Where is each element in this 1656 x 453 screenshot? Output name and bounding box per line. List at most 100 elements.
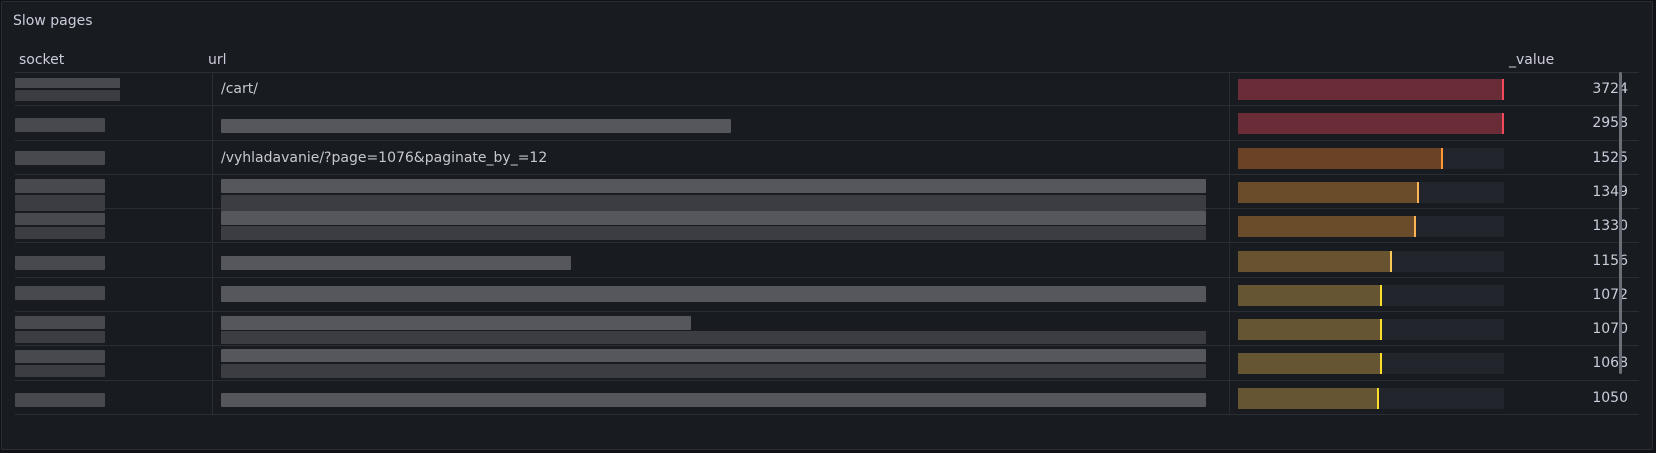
socket-cell <box>15 244 212 277</box>
redacted-url <box>221 392 1206 407</box>
panel-title[interactable]: Slow pages <box>13 13 93 29</box>
url-cell <box>212 209 1230 243</box>
gauge-bar-tip <box>1502 79 1504 100</box>
redacted-url <box>221 226 1206 241</box>
socket-cell <box>15 381 212 414</box>
column-header-socket[interactable]: socket <box>19 48 64 72</box>
table-row[interactable]: 1050 <box>15 380 1640 415</box>
table-row[interactable]: 1070 <box>15 312 1640 347</box>
socket-cell <box>15 106 212 139</box>
redacted-socket <box>15 365 105 378</box>
gauge-bar-fill <box>1238 181 1419 203</box>
value-cell: 1156 <box>1229 243 1640 277</box>
gauge-bar-tip <box>1377 387 1379 409</box>
value-text: 1050 <box>1592 389 1628 406</box>
gauge-bar-fill <box>1238 79 1504 100</box>
value-cell: 1072 <box>1229 277 1640 312</box>
redacted-url <box>221 119 731 134</box>
table-row[interactable]: /vyhladavanie/?page=1076&paginate_by_=12… <box>15 140 1640 175</box>
value-cell: 1068 <box>1229 346 1640 380</box>
gauge-bar-tip <box>1502 113 1504 135</box>
gauge-bar-tip <box>1414 216 1416 238</box>
redacted-socket <box>15 316 105 330</box>
gauge-bar-fill <box>1238 147 1443 169</box>
redacted-socket <box>15 78 120 88</box>
gauge-bar <box>1238 79 1504 100</box>
redacted-url <box>221 285 1206 302</box>
redacted-socket <box>15 150 105 165</box>
gauge-bar-fill <box>1238 353 1382 375</box>
gauge-bar-fill <box>1238 250 1392 272</box>
gauge-bar <box>1238 113 1504 135</box>
table-row[interactable]: 1072 <box>15 277 1640 313</box>
value-text: 3724 <box>1592 81 1628 97</box>
url-cell <box>212 243 1230 277</box>
socket-cell <box>15 209 212 242</box>
redacted-url <box>221 178 1206 193</box>
redacted-url <box>221 364 1206 379</box>
redacted-socket <box>15 90 120 101</box>
slow-pages-panel: Slow pages socket url _value /cart/3724 2… <box>1 1 1653 450</box>
redacted-url <box>221 255 571 270</box>
gauge-bar-fill <box>1238 216 1416 238</box>
value-cell: 3724 <box>1229 72 1640 106</box>
socket-cell <box>15 72 212 105</box>
value-cell: 2958 <box>1229 106 1640 140</box>
url-cell <box>212 312 1230 346</box>
value-text: 1070 <box>1592 321 1628 338</box>
socket-cell <box>15 141 212 174</box>
table-row[interactable]: 2958 <box>15 106 1640 141</box>
value-text: 1349 <box>1592 183 1628 200</box>
value-text: 1068 <box>1592 355 1628 372</box>
gauge-bar <box>1238 353 1504 375</box>
value-cell: 1050 <box>1229 380 1640 414</box>
url-cell: /vyhladavanie/?page=1076&paginate_by_=12 <box>212 140 1230 174</box>
redacted-url <box>221 349 1206 363</box>
socket-cell <box>15 346 212 379</box>
gauge-bar-tip <box>1441 147 1443 169</box>
gauge-bar <box>1238 250 1504 272</box>
gauge-bar-tip <box>1380 319 1382 341</box>
value-cell: 1070 <box>1229 312 1640 346</box>
gauge-bar <box>1238 147 1504 169</box>
socket-cell <box>15 175 212 211</box>
gauge-bar <box>1238 181 1504 203</box>
vertical-scrollbar[interactable] <box>1619 72 1622 374</box>
url-cell <box>212 380 1230 414</box>
value-text: 1072 <box>1592 286 1628 303</box>
gauge-bar <box>1238 216 1504 238</box>
gauge-bar <box>1238 284 1504 306</box>
value-text: 1156 <box>1592 252 1628 269</box>
gauge-bar <box>1238 319 1504 341</box>
redacted-socket <box>15 178 105 193</box>
value-text: 1330 <box>1592 218 1628 235</box>
redacted-socket <box>15 255 105 270</box>
value-text: 2958 <box>1592 115 1628 132</box>
url-text: /vyhladavanie/?page=1076&paginate_by_=12 <box>221 149 548 166</box>
redacted-socket <box>15 227 105 240</box>
url-cell <box>212 174 1230 211</box>
redacted-socket <box>15 331 105 344</box>
redacted-socket <box>15 118 105 133</box>
table-row[interactable]: 1349 <box>15 174 1639 211</box>
table-row[interactable]: 1156 <box>15 243 1640 278</box>
redacted-url <box>221 211 1206 226</box>
gauge-bar-tip <box>1417 181 1419 203</box>
gauge-bar-tip <box>1390 250 1392 272</box>
column-header-url[interactable]: url <box>208 48 227 72</box>
socket-cell <box>15 278 212 311</box>
value-cell: 1525 <box>1229 140 1640 174</box>
gauge-bar <box>1238 387 1504 409</box>
column-header-value[interactable]: _value <box>1509 48 1554 72</box>
gauge-bar-fill <box>1238 113 1504 135</box>
url-text: /cart/ <box>221 81 258 97</box>
gauge-bar-fill <box>1238 319 1382 341</box>
table-row[interactable]: 1068 <box>15 346 1640 381</box>
table-row[interactable]: 1330 <box>15 209 1640 244</box>
table-row[interactable]: /cart/3724 <box>15 72 1640 107</box>
redacted-socket <box>15 285 105 300</box>
redacted-socket <box>15 213 105 226</box>
url-cell <box>212 277 1230 312</box>
url-cell <box>212 106 1230 140</box>
value-cell: 1330 <box>1229 209 1640 243</box>
